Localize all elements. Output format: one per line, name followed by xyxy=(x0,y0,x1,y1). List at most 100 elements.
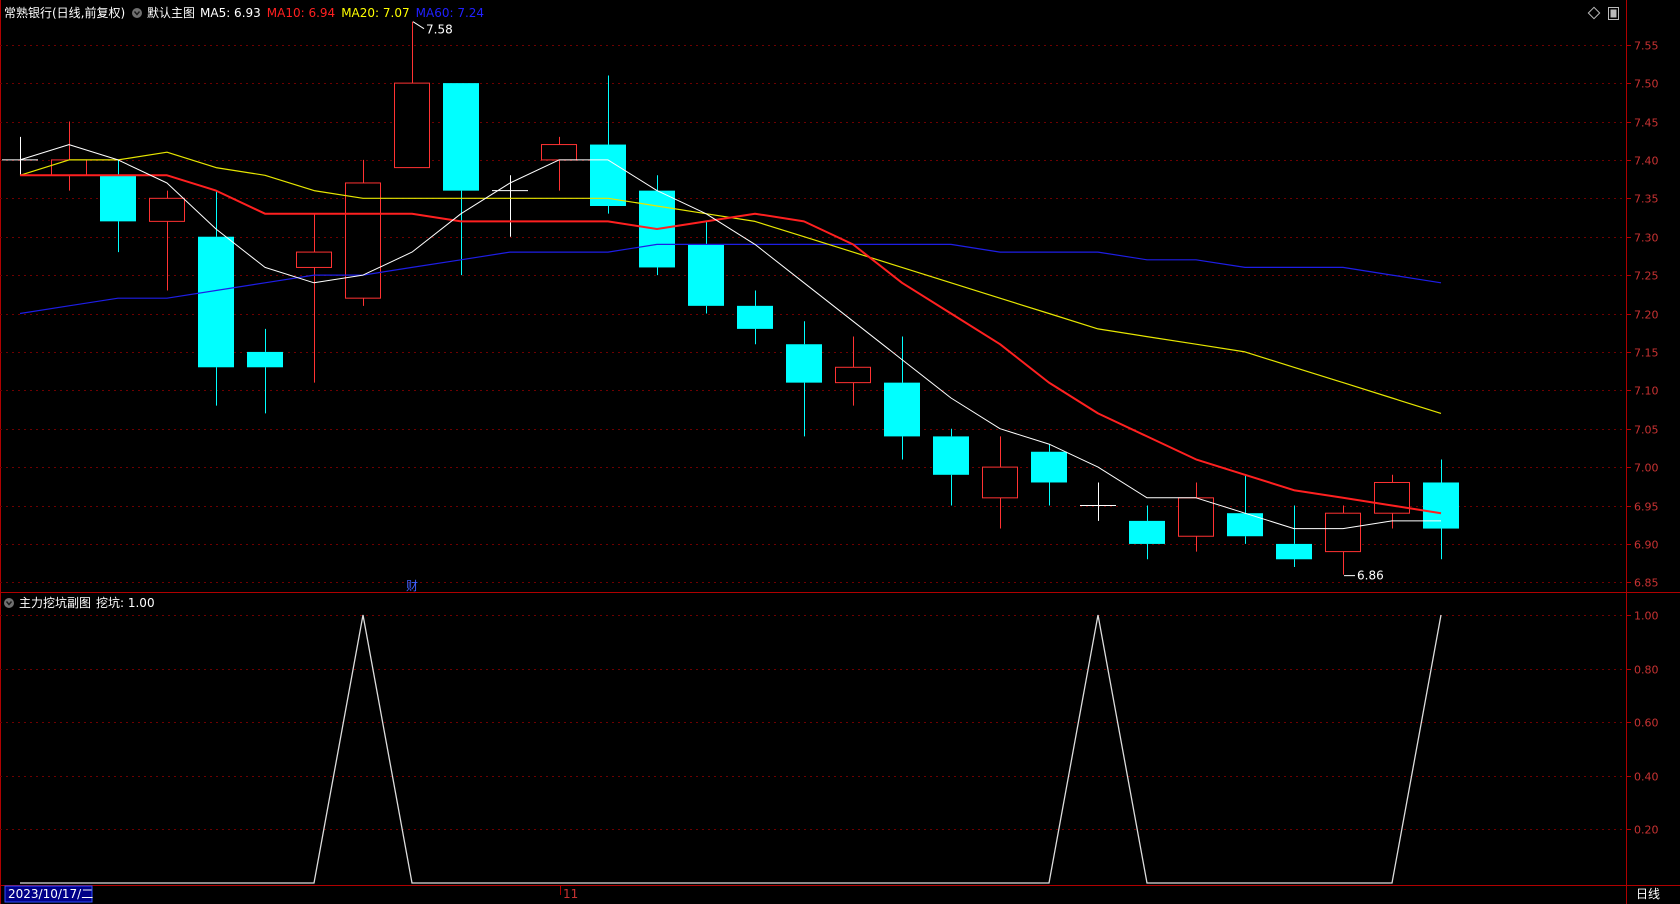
ma-legend-item: MA60: 7.24 xyxy=(416,6,484,20)
candle-body xyxy=(933,436,969,475)
price-tick-label: 7.15 xyxy=(1634,347,1659,360)
price-axis-labels: 7.55 7.50 7.45 7.40 7.35 7.30 7.25 7.20 7.15 7.10… xyxy=(1626,40,1659,590)
financial-report-marker[interactable]: 财 xyxy=(406,579,418,593)
low-annotation: 6.86 xyxy=(1344,569,1384,583)
candle[interactable] xyxy=(590,75,626,214)
low-label: 6.86 xyxy=(1357,569,1384,583)
sub-tick-label: 0.40 xyxy=(1634,771,1659,784)
candle[interactable] xyxy=(737,290,773,345)
candle[interactable] xyxy=(1178,482,1214,552)
sub-tick-label: 0.20 xyxy=(1634,824,1659,837)
candle-body xyxy=(590,144,626,206)
ma-legend-item: MA20: 7.07 xyxy=(341,6,409,20)
sub-value: 挖坑: 1.00 xyxy=(96,595,155,610)
price-tick-label: 7.35 xyxy=(1634,193,1659,206)
candle[interactable] xyxy=(1325,505,1361,575)
wakeng-line xyxy=(20,614,1442,884)
candle-body xyxy=(688,244,724,306)
candle[interactable] xyxy=(345,159,381,306)
price-tick-label: 7.05 xyxy=(1634,424,1659,437)
candle[interactable] xyxy=(884,336,920,460)
candle-body xyxy=(443,83,479,191)
candle[interactable] xyxy=(1080,482,1116,521)
candle-body xyxy=(296,251,332,268)
price-tick-label: 6.95 xyxy=(1634,501,1659,514)
candle[interactable] xyxy=(982,436,1018,529)
candle[interactable] xyxy=(149,190,185,291)
view-label[interactable]: 默认主图 xyxy=(147,5,195,20)
chevron-down-icon[interactable] xyxy=(4,598,14,608)
candle[interactable] xyxy=(198,190,234,406)
candle-body xyxy=(737,305,773,329)
candle[interactable] xyxy=(541,136,577,191)
sub-indicator-line xyxy=(20,614,1442,884)
candle-body xyxy=(786,344,822,383)
month-label: 11 xyxy=(563,887,578,901)
period-label[interactable]: 日线 xyxy=(1636,887,1660,901)
candle[interactable] xyxy=(1031,444,1067,506)
footer: 2023/10/17/二 11 日线 xyxy=(4,885,1660,903)
candle-body xyxy=(1178,497,1214,537)
chevron-down-icon[interactable] xyxy=(132,8,142,18)
sub-axis-labels: 1.00 0.80 0.60 0.40 0.20 xyxy=(1626,610,1659,837)
main-header: 常熟银行(日线,前复权) 默认主图 MA5: 6.93 MA10: 6.94 MA2… xyxy=(4,5,484,20)
price-tick-label: 7.25 xyxy=(1634,270,1659,283)
price-tick-label: 7.00 xyxy=(1634,462,1659,475)
candle[interactable] xyxy=(247,328,283,414)
panel-toggle-icon[interactable] xyxy=(1608,7,1619,20)
candle-body xyxy=(345,182,381,299)
price-tick-label: 7.30 xyxy=(1634,232,1659,245)
high-annotation: 7.58 xyxy=(412,21,453,37)
sub-header: 主力挖坑副图 挖坑: 1.00 xyxy=(4,595,155,610)
candle-body xyxy=(1374,481,1410,514)
high-label: 7.58 xyxy=(426,23,453,37)
price-tick-label: 6.90 xyxy=(1634,539,1659,552)
price-tick-label: 7.10 xyxy=(1634,385,1659,398)
sub-tick-label: 0.60 xyxy=(1634,717,1659,730)
candlestick-series xyxy=(2,21,1459,575)
candle[interactable] xyxy=(51,121,87,191)
diamond-icon[interactable] xyxy=(1587,6,1601,20)
candle-body xyxy=(884,382,920,437)
stock-title[interactable]: 常熟银行(日线,前复权) xyxy=(4,5,125,20)
candle-body xyxy=(247,351,283,368)
ma-legend-item: MA5: 6.93 xyxy=(200,6,261,20)
price-tick-label: 7.40 xyxy=(1634,155,1659,168)
candle[interactable] xyxy=(100,159,136,253)
candle-body xyxy=(51,159,87,176)
ma-legend: MA5: 6.93 MA10: 6.94 MA20: 7.07 MA60: 7.24 xyxy=(200,6,484,20)
candle-body xyxy=(1423,482,1459,529)
price-tick-label: 7.50 xyxy=(1634,78,1659,91)
candle[interactable] xyxy=(1276,505,1312,567)
high-pointer xyxy=(412,21,425,30)
price-tick-label: 6.85 xyxy=(1634,577,1659,590)
price-tick-label: 7.55 xyxy=(1634,40,1659,53)
candle-body xyxy=(1325,512,1361,553)
candle[interactable] xyxy=(786,321,822,437)
candle[interactable] xyxy=(492,175,528,237)
candle-body xyxy=(982,466,1018,499)
candle[interactable] xyxy=(688,221,724,314)
sub-grid xyxy=(0,615,1626,830)
candle-body xyxy=(541,144,577,161)
price-tick-label: 7.45 xyxy=(1634,117,1659,130)
chart-window: 7.55 7.50 7.45 7.40 7.35 7.30 7.25 7.20 7.15 7.10… xyxy=(0,0,1680,904)
candle-body xyxy=(1031,451,1067,483)
chart-canvas[interactable]: 7.55 7.50 7.45 7.40 7.35 7.30 7.25 7.20 7.15 7.10… xyxy=(0,0,1680,904)
ma-legend-item: MA10: 6.94 xyxy=(267,6,335,20)
candle-body xyxy=(149,197,185,222)
candle[interactable] xyxy=(933,428,969,506)
candle-body xyxy=(198,236,234,368)
candle[interactable] xyxy=(1129,505,1165,560)
candle[interactable] xyxy=(835,336,871,406)
sub-tick-label: 0.80 xyxy=(1634,664,1659,677)
date-label: 2023/10/17/二 xyxy=(8,887,93,901)
candle-body xyxy=(394,82,430,169)
candle[interactable] xyxy=(296,213,332,383)
candle-body xyxy=(835,366,871,384)
sub-title[interactable]: 主力挖坑副图 xyxy=(19,595,91,610)
sub-tick-label: 1.00 xyxy=(1634,610,1659,623)
candle[interactable] xyxy=(443,83,479,276)
candle[interactable] xyxy=(394,21,430,169)
candle-body xyxy=(100,175,136,222)
